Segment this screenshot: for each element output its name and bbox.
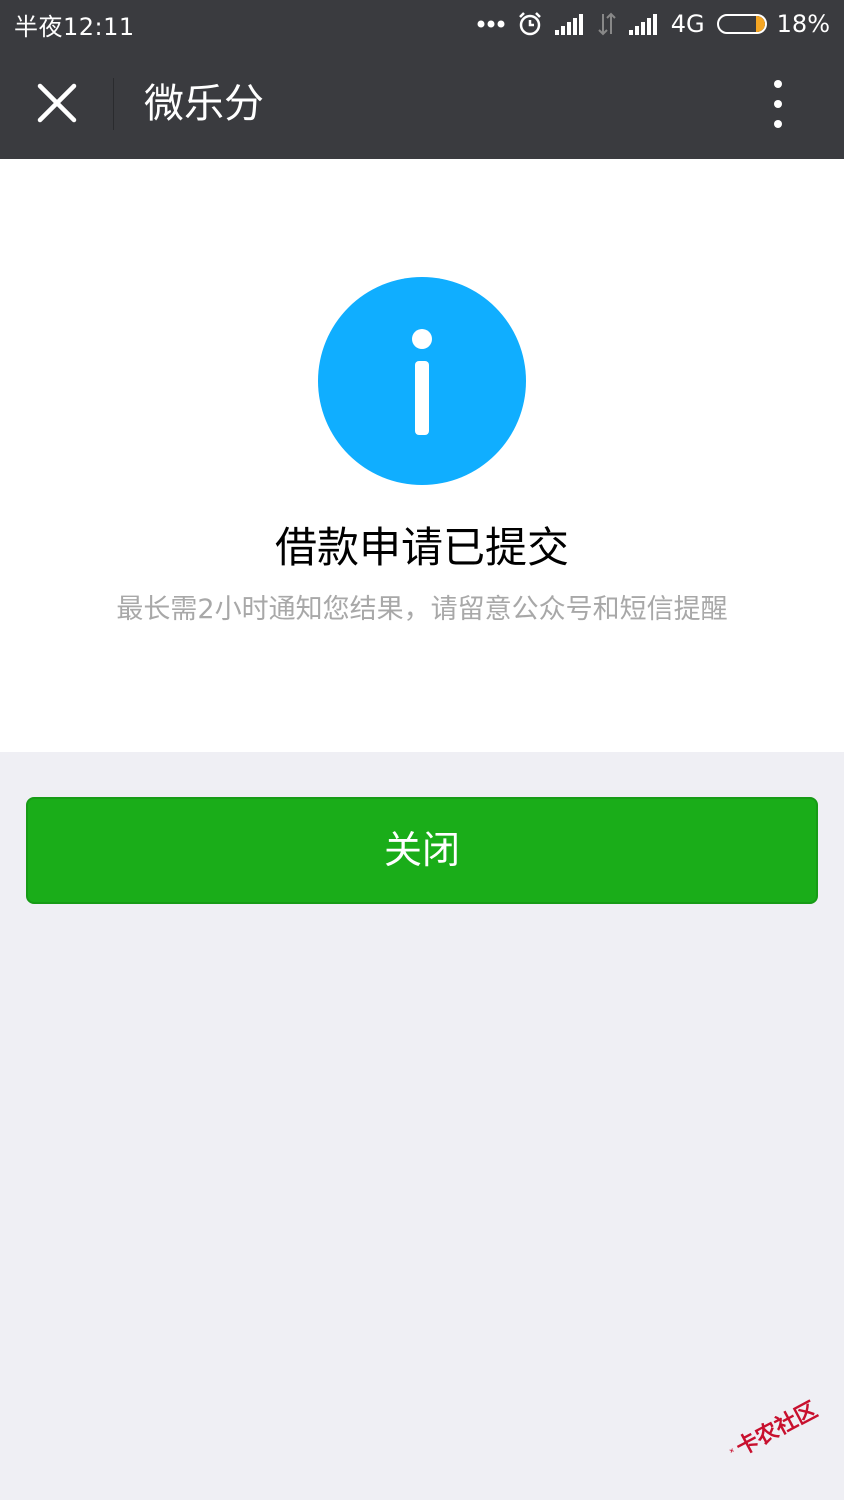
result-panel: 借款申请已提交 最长需2小时通知您结果，请留意公众号和短信提醒: [0, 159, 844, 752]
data-transfer-icon: [598, 12, 616, 36]
close-icon[interactable]: [28, 74, 86, 132]
battery-icon: 18%: [716, 10, 830, 38]
result-description: 最长需2小时通知您结果，请留意公众号和短信提醒: [116, 594, 728, 625]
close-button[interactable]: 关闭: [26, 797, 818, 904]
nav-divider: [113, 78, 114, 130]
info-icon: [318, 277, 526, 485]
more-vertical-icon[interactable]: [760, 76, 796, 132]
watermark-logo: 卡农社区: [716, 1380, 829, 1478]
battery-level: [756, 16, 765, 32]
battery-percent: 18%: [776, 10, 830, 38]
status-bar: 半夜12:11 4G 18%: [0, 0, 844, 48]
status-time: 半夜12:11: [14, 12, 135, 41]
page-title: 微乐分: [144, 81, 264, 127]
nav-bar: 微乐分: [0, 48, 844, 159]
network-type: 4G: [670, 10, 705, 38]
signal-icon: [628, 14, 657, 35]
signal-icon: [554, 14, 583, 35]
more-dots-icon: [477, 20, 505, 28]
alarm-icon: [518, 12, 541, 36]
watermark-text: 卡农社区: [732, 1397, 822, 1462]
status-icons: 4G 18%: [477, 10, 830, 38]
result-title: 借款申请已提交: [274, 523, 569, 572]
